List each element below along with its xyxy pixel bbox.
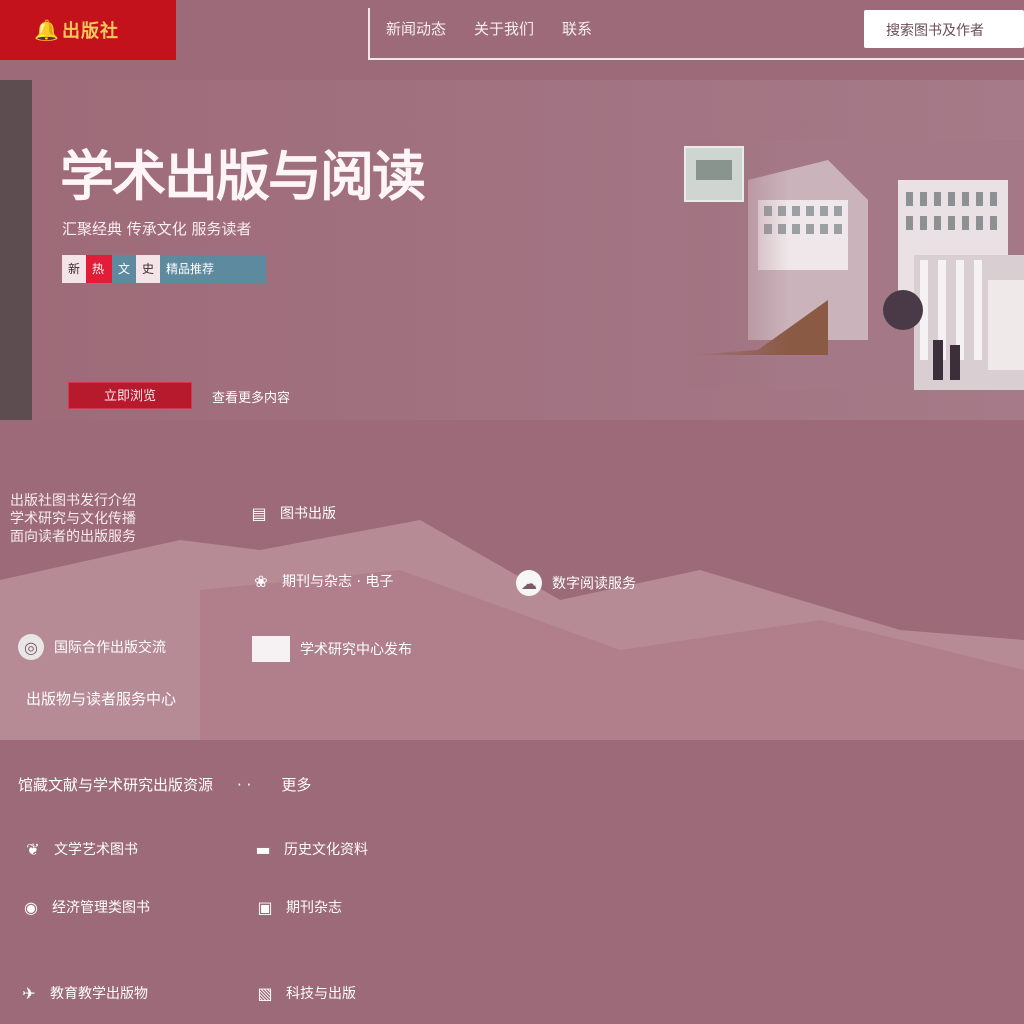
tag-literature[interactable]: 文 xyxy=(112,255,136,283)
section-label: 出版物与读者服务中心 xyxy=(26,688,176,709)
link-item[interactable]: ❦ 文学艺术图书 xyxy=(22,838,138,860)
more-button[interactable]: 更多 xyxy=(281,774,311,795)
service-label: 数字阅读服务 xyxy=(552,576,636,592)
tag-hot[interactable]: 热 xyxy=(86,255,112,283)
gift-icon: ❀ xyxy=(254,571,268,591)
link-item[interactable]: ◉ 经济管理类图书 xyxy=(20,896,150,918)
list-heading-text: 馆藏文献与学术研究出版资源 xyxy=(18,776,214,794)
main-nav: 新闻动态 关于我们 联系 xyxy=(386,18,592,39)
search-input[interactable]: 搜索图书及作者 xyxy=(864,10,1024,48)
tag-new[interactable]: 新 xyxy=(62,255,86,283)
hero-title: 学术出版与阅读 xyxy=(60,144,426,208)
intro-text: 出版社图书发行介绍 学术研究与文化传播 面向读者的出版服务 xyxy=(10,492,136,546)
intro-line: 出版社图书发行介绍 xyxy=(10,493,136,509)
list-heading: 馆藏文献与学术研究出版资源 · · 更多 xyxy=(18,774,311,795)
nav-underline xyxy=(368,58,1024,60)
browse-button[interactable]: 立即浏览 xyxy=(68,382,192,409)
bell-icon: 🔔 xyxy=(34,18,59,42)
link-item[interactable]: ▧ 科技与出版 xyxy=(254,982,356,1004)
nav-divider xyxy=(368,8,370,60)
service-item[interactable]: ▤ 图书出版 xyxy=(248,502,336,524)
service-label: 学术研究中心发布 xyxy=(300,642,412,658)
link-item[interactable]: ▣ 期刊杂志 xyxy=(254,896,342,918)
service-item[interactable]: 学术研究中心发布 xyxy=(252,636,412,662)
link-label: 历史文化资料 xyxy=(284,842,368,858)
tag-history[interactable]: 史 xyxy=(136,255,160,283)
content-area: 出版社图书发行介绍 学术研究与文化传播 面向读者的出版服务 ▤ 图书出版 ❀ 期… xyxy=(0,420,1024,1024)
globe-icon: ◎ xyxy=(18,634,44,660)
link-label: 经济管理类图书 xyxy=(52,900,150,916)
coin-icon: ◉ xyxy=(24,897,38,917)
nav-item-contact[interactable]: 联系 xyxy=(562,18,592,39)
section-label-text: 出版物与读者服务中心 xyxy=(26,690,177,708)
hero-banner: 学术出版与阅读 汇聚经典 传承文化 服务读者 新 热 文 史 精品推荐 立即浏览… xyxy=(0,80,1024,420)
link-item[interactable]: ✈ 教育教学出版物 xyxy=(18,982,148,1004)
intro-line: 学术研究与文化传播 xyxy=(10,511,136,527)
tag-featured[interactable]: 精品推荐 xyxy=(160,255,266,283)
book-icon: ▤ xyxy=(251,503,267,523)
link-label: 科技与出版 xyxy=(286,986,356,1002)
more-link[interactable]: 查看更多内容 xyxy=(212,387,290,406)
service-item[interactable]: ☁ 数字阅读服务 xyxy=(516,570,636,596)
thumbnail-image[interactable] xyxy=(684,146,744,202)
card-icon xyxy=(252,636,290,662)
site-header: 🔔 出版社 新闻动态 关于我们 联系 搜索图书及作者 xyxy=(0,0,1024,60)
box-icon: ▧ xyxy=(257,983,273,1003)
site-logo[interactable]: 🔔 出版社 xyxy=(0,0,176,60)
link-item[interactable]: ▬ 历史文化资料 xyxy=(252,838,368,860)
nav-item-news[interactable]: 新闻动态 xyxy=(386,18,446,39)
intro-line: 面向读者的出版服务 xyxy=(10,529,136,545)
hero-tags: 新 热 文 史 精品推荐 xyxy=(62,255,266,283)
nav-item-about[interactable]: 关于我们 xyxy=(474,18,534,39)
hero-side-bar xyxy=(0,80,32,420)
service-label: 国际合作出版交流 xyxy=(54,640,166,656)
service-label: 期刊与杂志 · 电子 xyxy=(282,574,394,590)
cloud-icon: ☁ xyxy=(516,570,542,596)
hero-subtitle: 汇聚经典 传承文化 服务读者 xyxy=(62,220,252,238)
ellipsis: · · xyxy=(237,775,252,794)
leaf-icon: ❦ xyxy=(26,839,40,859)
archive-icon: ▬ xyxy=(255,839,271,859)
logo-text: 出版社 xyxy=(62,21,119,42)
link-label: 文学艺术图书 xyxy=(54,842,138,858)
service-item[interactable]: ◎ 国际合作出版交流 xyxy=(18,634,166,660)
link-label: 教育教学出版物 xyxy=(50,986,148,1002)
link-label: 期刊杂志 xyxy=(286,900,342,916)
bird-icon: ✈ xyxy=(22,983,36,1003)
frame-icon: ▣ xyxy=(257,897,273,917)
service-item[interactable]: ❀ 期刊与杂志 · 电子 xyxy=(250,570,393,592)
service-label: 图书出版 xyxy=(280,506,336,522)
